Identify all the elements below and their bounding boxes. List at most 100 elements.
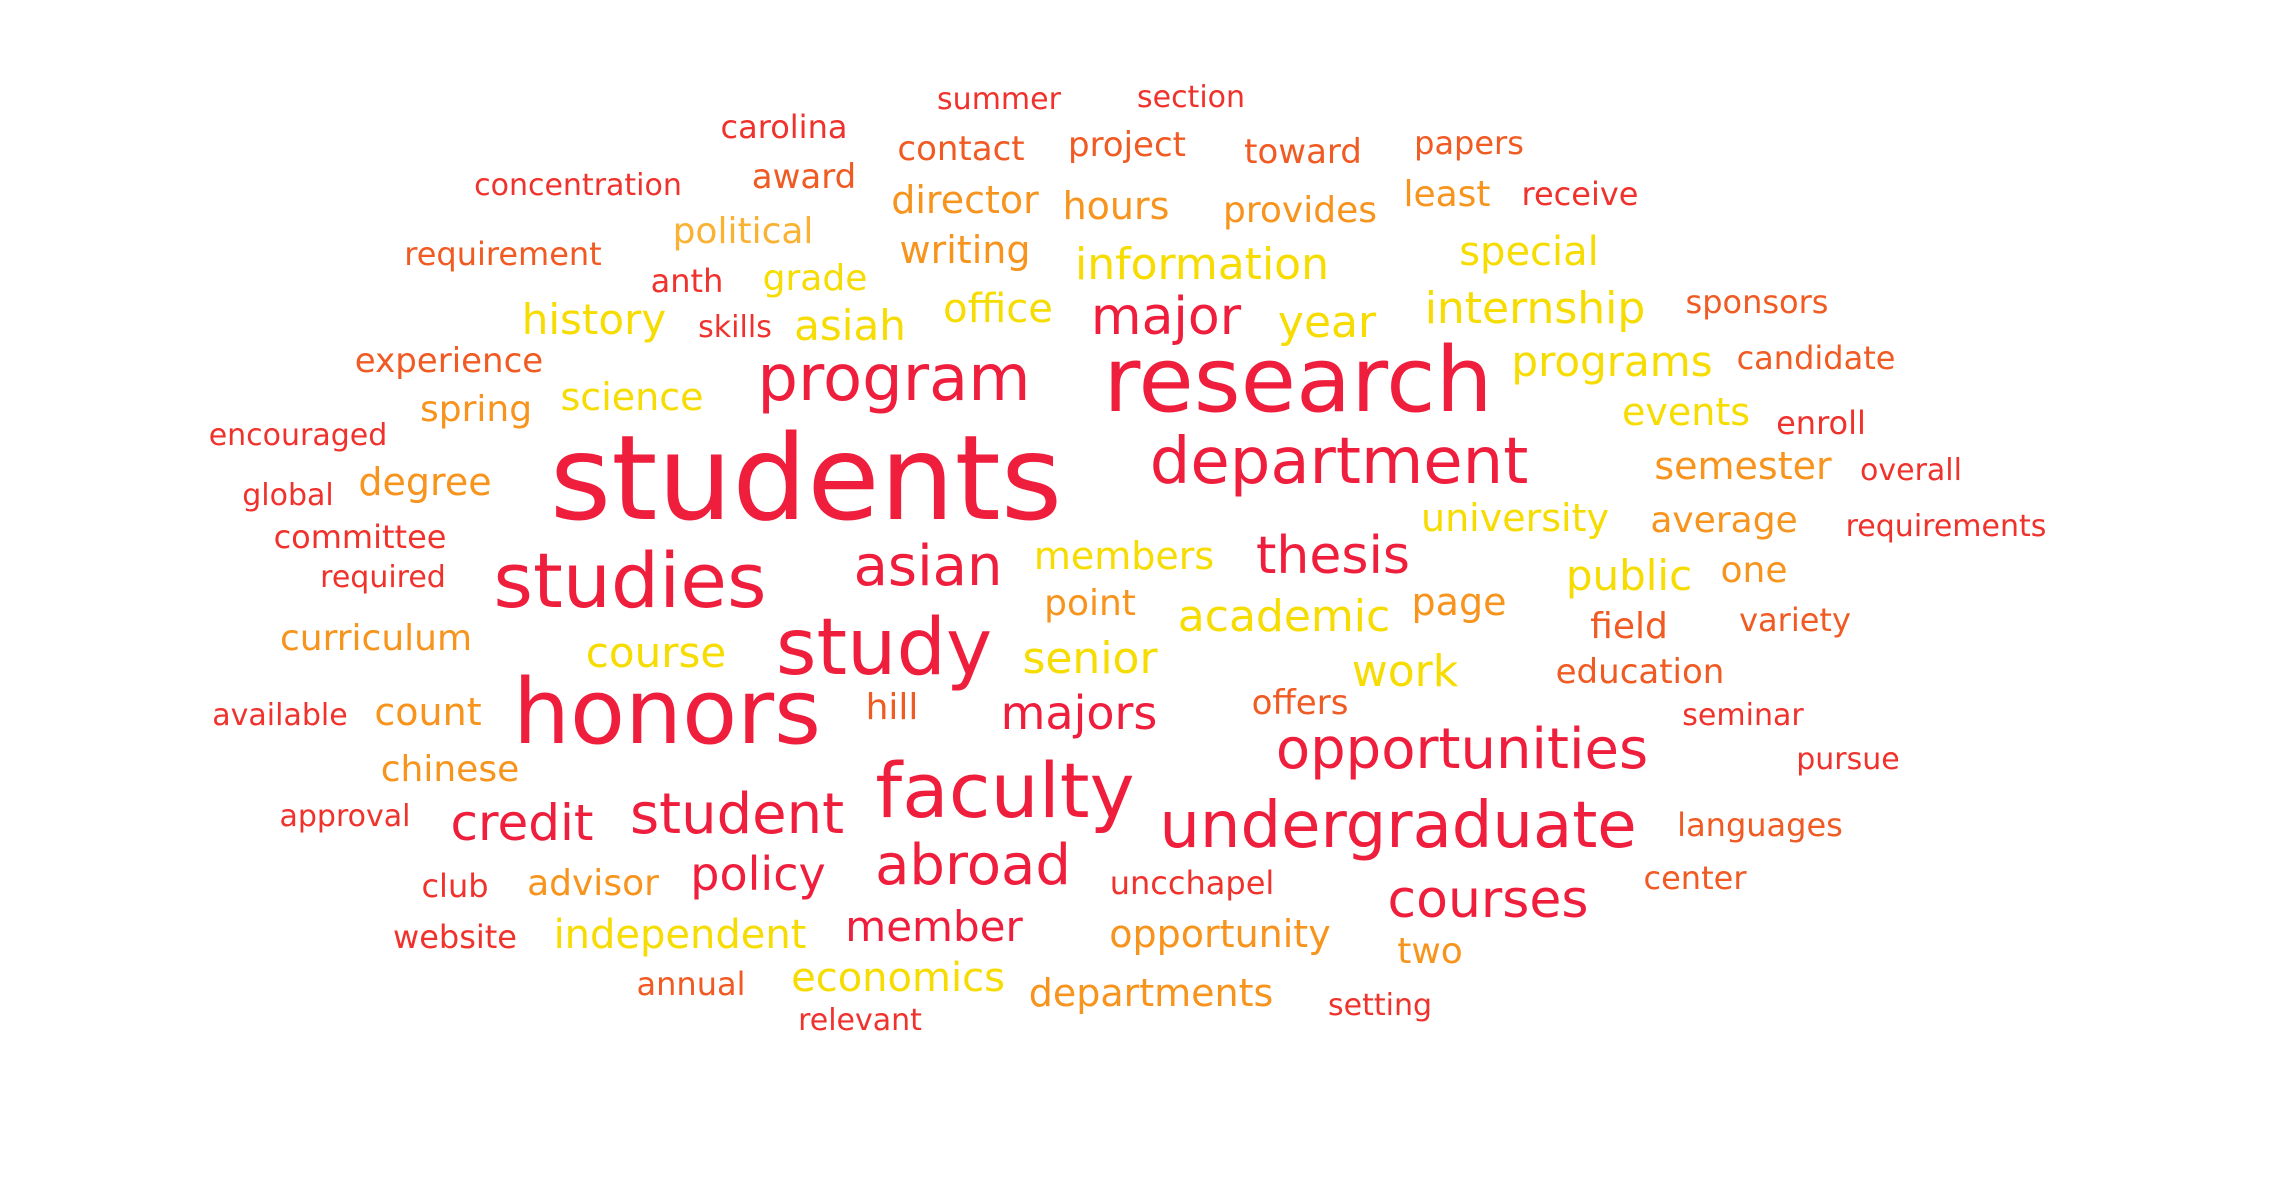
word-approval: approval <box>279 799 411 834</box>
word-science: science <box>560 375 704 419</box>
word-office: office <box>943 286 1053 332</box>
word-page: page <box>1411 580 1507 624</box>
word-members: members <box>1033 534 1215 578</box>
word-major: major <box>1090 287 1242 347</box>
word-provides: provides <box>1223 190 1377 231</box>
word-information: information <box>1075 239 1329 290</box>
word-director: director <box>891 178 1039 222</box>
word-credit: credit <box>450 794 594 852</box>
word-center: center <box>1643 859 1747 897</box>
word-semester: semester <box>1654 444 1832 488</box>
word-club: club <box>421 867 489 905</box>
word-field: field <box>1590 606 1668 647</box>
word-opportunity: opportunity <box>1109 912 1331 956</box>
word-papers: papers <box>1414 124 1524 162</box>
word-offers: offers <box>1251 683 1349 723</box>
word-study: study <box>775 603 993 693</box>
word-project: project <box>1067 125 1187 165</box>
word-students: students <box>549 409 1063 547</box>
word-annual: annual <box>636 965 746 1003</box>
word-studies: studies <box>493 536 767 625</box>
word-history: history <box>521 295 667 344</box>
word-setting: setting <box>1327 988 1433 1023</box>
word-skills: skills <box>698 310 772 345</box>
word-departments: departments <box>1028 971 1274 1015</box>
word-toward: toward <box>1244 132 1362 172</box>
word-programs: programs <box>1511 337 1713 386</box>
word-independent: independent <box>553 912 807 958</box>
word-research: research <box>1103 328 1493 433</box>
word-global: global <box>242 478 334 513</box>
word-majors: majors <box>1000 686 1158 740</box>
word-average: average <box>1650 500 1798 541</box>
word-economics: economics <box>791 955 1005 1001</box>
word-chinese: chinese <box>380 749 520 790</box>
word-variety: variety <box>1739 601 1851 639</box>
word-undergraduate: undergraduate <box>1159 789 1637 863</box>
word-one: one <box>1720 550 1788 591</box>
word-public: public <box>1565 551 1693 600</box>
word-sponsors: sponsors <box>1685 283 1829 321</box>
word-carolina: carolina <box>720 108 848 146</box>
word-senior: senior <box>1022 633 1158 684</box>
word-committee: committee <box>273 518 447 556</box>
word-requirements: requirements <box>1845 509 2047 544</box>
word-department: department <box>1149 425 1529 499</box>
word-student: student <box>629 782 845 847</box>
word-education: education <box>1555 652 1725 692</box>
word-contact: contact <box>897 129 1025 169</box>
word-requirement: requirement <box>404 235 602 273</box>
word-anth: anth <box>650 262 724 300</box>
word-university: university <box>1421 496 1609 540</box>
word-policy: policy <box>690 847 826 901</box>
word-hill: hill <box>865 687 919 728</box>
word-asiah: asiah <box>794 301 906 350</box>
word-faculty: faculty <box>875 746 1135 835</box>
word-courses: courses <box>1387 870 1589 930</box>
word-member: member <box>845 902 1023 951</box>
word-grade: grade <box>762 258 868 299</box>
word-two: two <box>1397 931 1463 972</box>
word-program: program <box>757 342 1031 416</box>
word-events: events <box>1621 390 1751 434</box>
word-count: count <box>374 690 482 734</box>
word-summer: summer <box>937 82 1061 117</box>
word-curriculum: curriculum <box>279 618 473 659</box>
word-opportunities: opportunities <box>1275 717 1649 782</box>
word-writing: writing <box>899 228 1031 272</box>
word-honors: honors <box>512 660 822 765</box>
word-year: year <box>1277 297 1377 348</box>
word-course: course <box>585 628 727 677</box>
word-internship: internship <box>1424 283 1646 334</box>
word-unc-chapel: uncchapel <box>1109 864 1275 902</box>
word-overall: overall <box>1860 453 1962 488</box>
word-political: political <box>672 211 814 252</box>
word-available: available <box>212 698 348 733</box>
word-receive: receive <box>1521 175 1639 213</box>
word-seminar: seminar <box>1682 698 1804 733</box>
word-work: work <box>1351 646 1459 697</box>
word-candidate: candidate <box>1736 339 1896 377</box>
word-encouraged: encouraged <box>208 418 388 453</box>
word-languages: languages <box>1677 806 1843 844</box>
word-special: special <box>1459 229 1599 275</box>
word-website: website <box>393 918 517 956</box>
word-required: required <box>320 560 446 595</box>
word-abroad: abroad <box>875 833 1071 898</box>
word-enroll: enroll <box>1776 404 1866 442</box>
word-point: point <box>1044 583 1136 624</box>
word-hours: hours <box>1062 184 1170 228</box>
word-section: section <box>1136 80 1246 115</box>
word-degree: degree <box>358 460 492 504</box>
word-thesis: thesis <box>1256 526 1410 586</box>
word-academic: academic <box>1177 591 1391 642</box>
word-award: award <box>751 157 857 197</box>
word-asian: asian <box>853 534 1003 599</box>
word-cloud: students research honors studies study facult… <box>0 0 2276 1200</box>
word-experience: experience <box>354 341 544 381</box>
word-advisor: advisor <box>527 863 659 904</box>
word-least: least <box>1403 174 1491 215</box>
word-relevant: relevant <box>798 1003 922 1038</box>
word-spring: spring <box>419 389 533 430</box>
word-pursue: pursue <box>1796 742 1900 777</box>
